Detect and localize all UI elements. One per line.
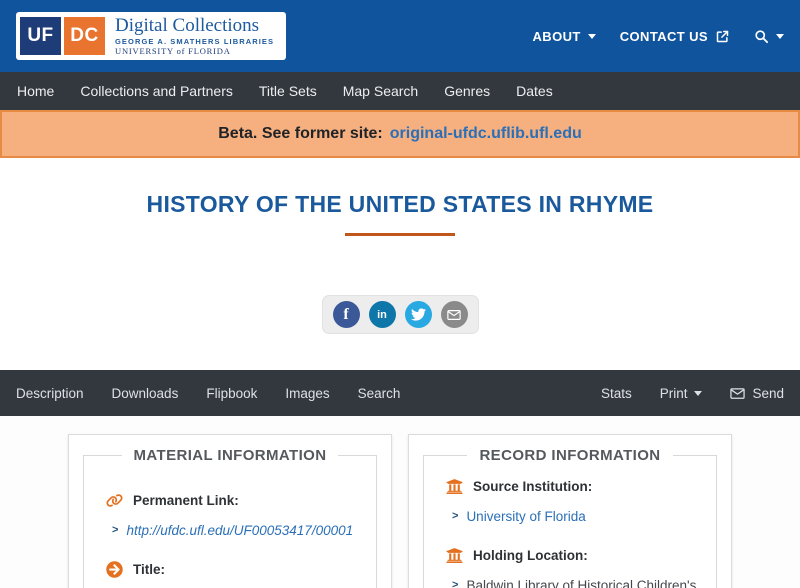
holding-location-value: Baldwin Library of Historical Children's… (466, 577, 697, 588)
chevron-right-icon: > (452, 578, 459, 588)
nav-title-sets[interactable]: Title Sets (246, 83, 330, 99)
facebook-icon: f (343, 305, 349, 323)
university-icon (446, 479, 463, 494)
dc-logo-tile: DC (64, 17, 105, 55)
ufdc-item-page: { "colors": { "header_blue": "#10549e", … (0, 0, 800, 588)
envelope-icon (447, 309, 461, 320)
field-label: Permanent Link: (133, 493, 239, 508)
link-icon (106, 494, 123, 507)
field-label-row: Holding Location: (446, 547, 704, 564)
main-nav: Home Collections and Partners Title Sets… (0, 72, 800, 110)
email-share-button[interactable] (440, 301, 468, 328)
tab-downloads[interactable]: Downloads (98, 386, 193, 401)
field-label-row: Source Institution: (446, 478, 704, 495)
page-title: HISTORY OF THE UNITED STATES IN RHYME (146, 191, 654, 217)
site-logo[interactable]: UF DC Digital Collections GEORGE A. SMAT… (16, 12, 287, 60)
field-value-row: > Baldwin Library of Historical Children… (452, 577, 704, 588)
material-information-panel: MATERIAL INFORMATION Permanent Link: > h… (68, 434, 392, 588)
item-content: MATERIAL INFORMATION Permanent Link: > h… (0, 416, 800, 588)
tab-images[interactable]: Images (271, 386, 343, 401)
item-nav-right: Stats Print Send (601, 386, 784, 401)
record-information-panel: RECORD INFORMATION Source Institution: >… (408, 434, 732, 588)
print-menu[interactable]: Print (660, 386, 703, 401)
chevron-down-icon (776, 33, 784, 39)
tab-search[interactable]: Search (344, 386, 415, 401)
field-label: Source Institution: (473, 479, 593, 494)
search-menu[interactable] (754, 29, 784, 44)
logo-university: UNIVERSITY of FLORIDA (115, 45, 231, 56)
arrow-circle-right-icon (106, 560, 123, 578)
nav-collections-and-partners[interactable]: Collections and Partners (67, 83, 246, 99)
about-label: ABOUT (532, 28, 581, 44)
record-information-heading: RECORD INFORMATION (479, 447, 661, 464)
uf-logo-tile: UF (20, 17, 61, 55)
item-nav: Description Downloads Flipbook Images Se… (0, 370, 800, 416)
tab-description[interactable]: Description (16, 386, 98, 401)
nav-dates[interactable]: Dates (503, 83, 566, 99)
university-icon (446, 547, 463, 563)
nav-genres[interactable]: Genres (431, 83, 503, 99)
item-hero: HISTORY OF THE UNITED STATES IN RHYME f … (0, 158, 800, 370)
linkedin-icon: in (377, 308, 387, 321)
former-site-link[interactable]: original-ufdc.uflib.ufl.edu (390, 125, 582, 143)
external-link-icon (716, 30, 729, 42)
field-label: Holding Location: (473, 547, 588, 563)
source-institution-link[interactable]: University of Florida (466, 508, 585, 527)
share-buttons: f in (321, 295, 479, 334)
field-label: Title: (133, 561, 166, 577)
about-menu[interactable]: ABOUT (533, 29, 596, 44)
utility-nav: ABOUT CONTACT US (533, 29, 784, 44)
material-information-heading: MATERIAL INFORMATION (133, 447, 327, 464)
chevron-down-icon (694, 390, 703, 396)
field-value-row: > http://ufdc.ufl.edu/UF00053417/00001 (112, 522, 364, 541)
beta-banner-text: Beta. See former site: (218, 125, 383, 142)
title-underline (345, 233, 455, 236)
linkedin-share-button[interactable]: in (368, 301, 396, 328)
stats-link[interactable]: Stats (601, 386, 632, 401)
nav-map-search[interactable]: Map Search (330, 83, 431, 99)
twitter-icon (410, 308, 426, 321)
chevron-down-icon (587, 33, 596, 39)
logo-text: Digital Collections GEORGE A. SMATHERS L… (113, 16, 274, 56)
logo-organization: GEORGE A. SMATHERS LIBRARIES (115, 37, 275, 47)
facebook-share-button[interactable]: f (332, 301, 360, 328)
item-nav-left: Description Downloads Flipbook Images Se… (16, 386, 414, 401)
envelope-icon (730, 387, 746, 399)
chevron-right-icon: > (112, 524, 119, 536)
tab-flipbook[interactable]: Flipbook (192, 386, 271, 401)
field-label-row: Title: (106, 560, 364, 578)
logo-title: Digital Collections (115, 15, 260, 37)
field-label-row: Permanent Link: (106, 492, 364, 509)
permanent-link[interactable]: http://ufdc.ufl.edu/UF00053417/00001 (126, 522, 353, 541)
send-button[interactable]: Send (730, 386, 784, 401)
record-information-box: RECORD INFORMATION Source Institution: >… (423, 447, 717, 588)
material-information-box: MATERIAL INFORMATION Permanent Link: > h… (83, 447, 377, 588)
site-header: UF DC Digital Collections GEORGE A. SMAT… (0, 0, 800, 72)
chevron-right-icon: > (452, 510, 459, 522)
send-label: Send (752, 385, 784, 401)
nav-home[interactable]: Home (4, 83, 67, 99)
print-label: Print (659, 385, 688, 401)
field-value-row: > University of Florida (452, 508, 704, 527)
twitter-share-button[interactable] (404, 301, 432, 328)
search-icon (755, 29, 769, 43)
contact-us-label: CONTACT US (619, 28, 708, 44)
beta-banner: Beta. See former site: original-ufdc.ufl… (0, 110, 800, 158)
contact-us-link[interactable]: CONTACT US (620, 29, 730, 44)
